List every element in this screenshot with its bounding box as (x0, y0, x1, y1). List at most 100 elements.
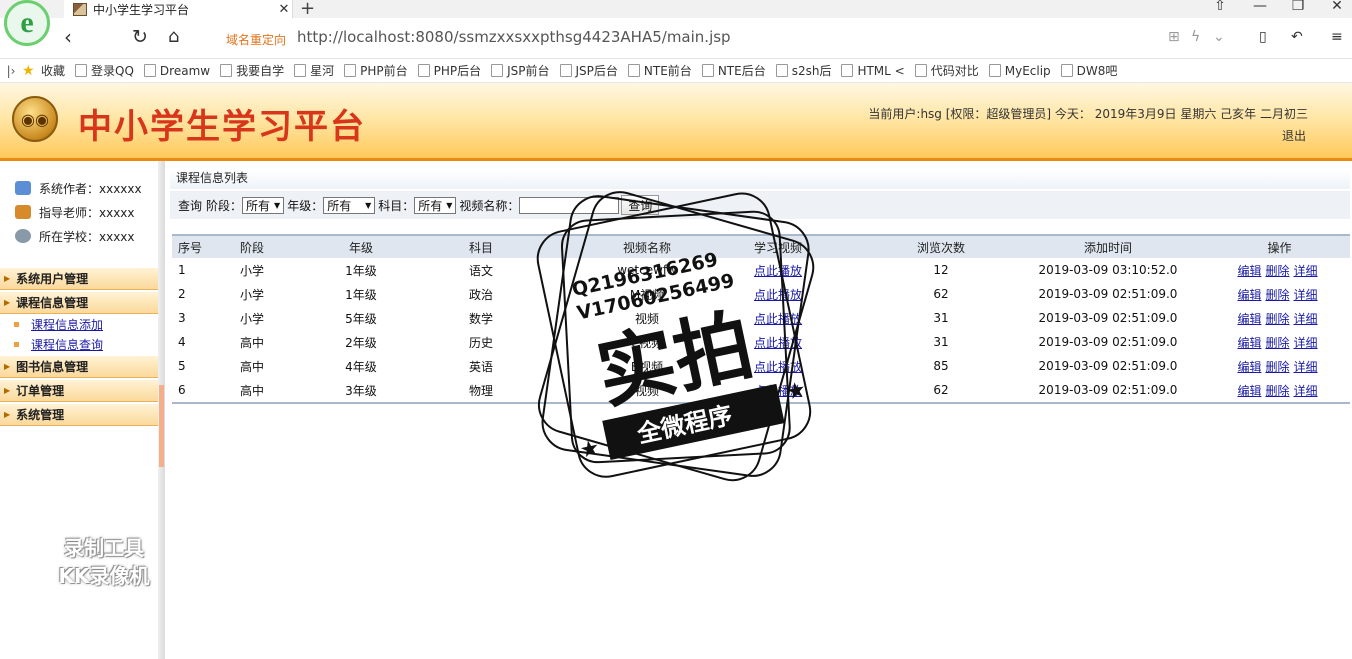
grid-icon[interactable]: ⊞ (1168, 29, 1180, 45)
home-icon[interactable]: ⌂ (168, 25, 179, 49)
sidebar-collapse-handle[interactable] (159, 385, 164, 467)
bookmark-label: 我要自学 (236, 64, 285, 78)
bookmark-item[interactable]: 我要自学 (220, 62, 284, 79)
stage-select[interactable]: 所有 ▼ (242, 196, 285, 214)
page-icon (701, 64, 714, 77)
query-button[interactable]: 查询 (621, 195, 660, 215)
delete-link[interactable]: 删除 (1265, 336, 1289, 350)
row-index: 1 (178, 263, 186, 277)
col-header: 序号 (172, 235, 239, 258)
bookmark-item[interactable]: NTE前台 (627, 62, 692, 79)
detail-link[interactable]: 详细 (1294, 288, 1318, 302)
bookmark-item[interactable]: s2sh后 (775, 62, 831, 79)
submenu-course-query[interactable]: 课程信息查询 (0, 334, 158, 354)
table-row: 1 小学 1年级 语文 wetcewfw 点此播放 12 2019-03-09 03:10:5… (172, 258, 1350, 282)
play-video-link[interactable]: 点此播放 (754, 312, 802, 326)
bookmark-icon[interactable]: ▯ (1259, 29, 1267, 45)
delete-link[interactable]: 删除 (1265, 384, 1289, 398)
myeclipse-icon (988, 64, 1001, 77)
menu-group-system[interactable]: ▶ 系统管理 (0, 404, 158, 426)
detail-link[interactable]: 详细 (1294, 336, 1318, 350)
play-video-link[interactable]: 点此播放 (754, 264, 802, 278)
chevron-down-icon: ▼ (365, 200, 372, 210)
close-tab-icon[interactable]: ✕ (276, 2, 292, 17)
row-video-name: M视频 (629, 287, 665, 302)
menu-group-label: 订单管理 (16, 384, 65, 398)
lightning-icon[interactable]: ϟ (1191, 29, 1200, 45)
play-video-link[interactable]: 点此播放 (754, 288, 802, 302)
bookmark-item[interactable]: 星河 (294, 62, 334, 79)
menu-icon[interactable]: ≡ (1331, 29, 1343, 45)
row-added-time: 2019-03-09 03:10:52.0 (1038, 263, 1178, 277)
submenu-course-add-link[interactable]: 课程信息添加 (31, 316, 103, 333)
bookmark-item[interactable]: DW8吧 (1060, 62, 1117, 79)
bookmark-item[interactable]: PHP后台 (417, 62, 481, 79)
detail-link[interactable]: 详细 (1294, 312, 1318, 326)
grade-select[interactable]: 所有 ▼ (323, 196, 376, 214)
detail-link[interactable]: 详细 (1294, 264, 1318, 278)
bookmark-item[interactable]: JSP前台 (491, 62, 550, 79)
bookmark-item[interactable]: 代码对比 (914, 62, 979, 79)
delete-link[interactable]: 删除 (1265, 312, 1289, 326)
edit-link[interactable]: 编辑 (1237, 360, 1261, 374)
row-play-cell: 点此播放 (753, 330, 875, 354)
bullet-icon (14, 321, 19, 327)
chevron-down-icon[interactable]: ⌄ (1213, 29, 1225, 45)
browser-tab[interactable]: 中小学生学习平台 ✕ (64, 0, 293, 18)
back-icon[interactable]: ‹ (64, 25, 72, 49)
play-video-link[interactable]: 点此播放 (754, 384, 802, 398)
detail-link[interactable]: 详细 (1294, 384, 1318, 398)
edit-link[interactable]: 编辑 (1237, 264, 1261, 278)
bookmark-item[interactable]: Dreamw (143, 64, 210, 78)
edit-link[interactable]: 编辑 (1237, 312, 1261, 326)
table-row: 3 小学 5年级 数学 视频 点此播放 31 2019-03-09 02:51:09.0 编辑删… (172, 306, 1350, 330)
school-label: 所在学校：xxxxx (39, 229, 135, 244)
undo-icon[interactable]: ↶ (1291, 29, 1303, 45)
bookmark-item[interactable]: 登录QQ (75, 62, 134, 79)
row-play-cell: 点此播放 (753, 378, 875, 403)
edit-link[interactable]: 编辑 (1237, 288, 1261, 302)
minimize-icon[interactable]: — (1250, 0, 1270, 14)
row-added-time: 2019-03-09 02:51:09.0 (1038, 383, 1178, 397)
edit-link[interactable]: 编辑 (1237, 336, 1261, 350)
menu-group-book-info[interactable]: ▶ 图书信息管理 (0, 356, 158, 378)
delete-link[interactable]: 删除 (1265, 264, 1289, 278)
table-row: 2 小学 1年级 政治 M视频 点此播放 62 2019-03-09 02:51:09.0 编辑… (172, 282, 1350, 306)
logout-link[interactable]: 退出 (1282, 127, 1306, 144)
window-close-icon[interactable]: ✕ (1327, 0, 1347, 14)
col-header: 年级 (301, 235, 421, 258)
reload-icon[interactable]: ↻ (132, 25, 148, 49)
row-index: 3 (178, 311, 186, 325)
bookmark-item[interactable]: NTE后台 (701, 62, 766, 79)
restore-icon[interactable]: ❐ (1288, 0, 1308, 14)
bookmarks-toggle-icon[interactable]: |› (0, 64, 22, 78)
edit-link[interactable]: 编辑 (1237, 384, 1261, 398)
submenu-course-add[interactable]: 课程信息添加 (0, 314, 158, 334)
menu-group-orders[interactable]: ▶ 订单管理 (0, 380, 158, 402)
menu-group-course-info[interactable]: ▶ 课程信息管理 (0, 292, 158, 314)
bookmark-item[interactable]: MyEclip (988, 64, 1051, 78)
shirt-skin-icon[interactable]: ⇧ (1210, 0, 1230, 14)
subject-select[interactable]: 所有 ▼ (414, 196, 457, 214)
bookmark-item[interactable]: JSP后台 (559, 62, 618, 79)
url-field[interactable]: http://localhost:8080/ssmzxxsxxpthsg4423… (297, 28, 731, 46)
submenu-course-query-link[interactable]: 课程信息查询 (31, 336, 103, 353)
detail-link[interactable]: 详细 (1294, 360, 1318, 374)
menu-group-system-users[interactable]: ▶ 系统用户管理 (0, 268, 158, 290)
bookmark-item[interactable]: ★ 收藏 (22, 62, 65, 79)
bookmark-item[interactable]: HTML < (841, 64, 905, 78)
play-video-link[interactable]: 点此播放 (754, 336, 802, 350)
new-tab-icon[interactable]: + (300, 0, 315, 19)
row-added-time: 2019-03-09 02:51:09.0 (1038, 359, 1178, 373)
row-grade: 1年级 (345, 263, 377, 278)
chevron-down-icon: ▼ (274, 200, 281, 210)
video-name-input[interactable] (519, 196, 620, 214)
browser-logo-icon: e (4, 0, 50, 46)
caret-right-icon: ▶ (4, 386, 11, 395)
play-video-link[interactable]: 点此播放 (754, 360, 802, 374)
delete-link[interactable]: 删除 (1265, 360, 1289, 374)
table-header-row: 序号 阶段 年级 科目 视频名称 学习视频 浏览次数 添加时间 操作 (172, 235, 1350, 258)
bookmark-item[interactable]: PHP前台 (344, 62, 408, 79)
delete-link[interactable]: 删除 (1265, 288, 1289, 302)
teacher-info: 指导老师：xxxxx (0, 200, 158, 224)
